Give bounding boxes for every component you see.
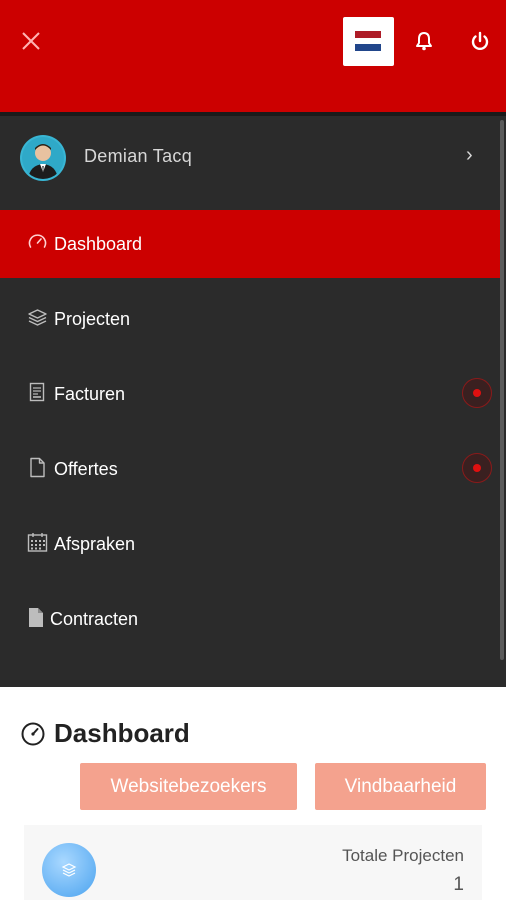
sidebar-item-label: Offertes	[54, 459, 118, 479]
notification-dot-icon	[462, 378, 492, 408]
sidebar-item-facturen[interactable]: Facturen	[0, 360, 500, 428]
navigation-drawer: Demian Tacq › Dashboard Projecten Factur…	[0, 116, 506, 687]
bell-icon[interactable]	[413, 30, 435, 52]
calendar-icon	[27, 532, 48, 553]
sidebar-item-label: Afspraken	[54, 534, 136, 554]
sidebar-item-contracten[interactable]: Contracten	[0, 585, 500, 653]
page-title-label: Dashboard	[54, 718, 190, 748]
dashboard-gauge-icon	[27, 232, 48, 253]
notification-dot-icon	[462, 453, 492, 483]
contract-file-icon	[26, 607, 47, 628]
sidebar-item-dashboard[interactable]: Dashboard	[0, 210, 500, 278]
close-icon[interactable]	[18, 28, 44, 54]
total-projects-card[interactable]: Totale Projecten 1	[24, 825, 482, 900]
websitebezoekers-button[interactable]: Websitebezoekers	[80, 763, 297, 810]
sidebar-item-label: Facturen	[54, 384, 126, 404]
sidebar-item-label: Contracten	[50, 609, 139, 629]
layers-icon	[42, 843, 96, 897]
profile-name: Demian Tacq	[84, 146, 193, 166]
power-icon[interactable]	[469, 30, 491, 52]
sidebar-item-label: Projecten	[54, 309, 131, 329]
card-label: Totale Projecten	[342, 846, 464, 865]
sidebar-item-offertes[interactable]: Offertes	[0, 435, 500, 503]
avatar	[22, 137, 64, 179]
vindbaarheid-button[interactable]: Vindbaarheid	[315, 763, 486, 810]
sidebar-item-projecten[interactable]: Projecten	[0, 285, 500, 353]
dashboard-gauge-icon	[20, 721, 46, 747]
app-header	[0, 0, 506, 112]
sidebar-item-label: Dashboard	[54, 234, 143, 254]
layers-icon	[27, 307, 48, 328]
invoice-icon	[27, 382, 48, 403]
sidebar-item-afspraken[interactable]: Afspraken	[0, 510, 500, 578]
document-icon	[27, 457, 48, 478]
language-flag-button[interactable]	[343, 17, 394, 66]
dutch-flag-icon	[355, 31, 381, 51]
drawer-scrollbar[interactable]	[500, 120, 504, 660]
chevron-right-icon: ›	[466, 144, 473, 166]
profile-row[interactable]: Demian Tacq ›	[0, 116, 500, 208]
card-value: 1	[453, 874, 464, 895]
